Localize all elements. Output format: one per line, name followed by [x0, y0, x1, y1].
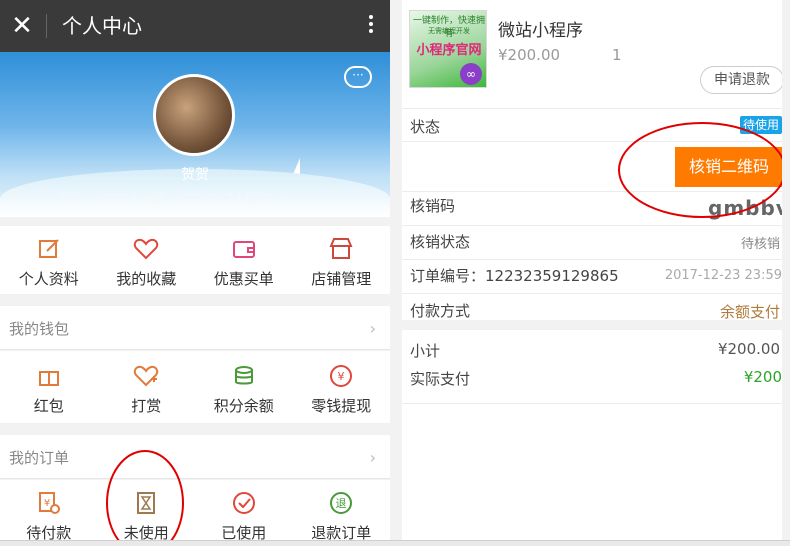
- actual-payment-label: 实际支付: [410, 370, 471, 388]
- subtotal-label: 小计: [410, 342, 441, 360]
- divider: [46, 14, 47, 38]
- profile-banner: ··· 贺贺 积分：10.00 | 余额：97140.17 | 红包：0: [0, 52, 390, 217]
- left-panel: ✕ 个人中心 ··· 贺贺 积分：10.00 | 余额：97140.17 | 红…: [0, 0, 390, 546]
- product-price: ¥200.00: [498, 46, 561, 64]
- status-row: 状态 待使用: [402, 108, 782, 142]
- page-title: 个人中心: [62, 14, 142, 38]
- gift-icon: [38, 371, 59, 386]
- check-circle-icon: [232, 492, 255, 514]
- verify-qrcode-button[interactable]: 核销二维码: [675, 147, 782, 187]
- account-stats: 积分：10.00 | 余额：97140.17 | 红包：0: [58, 191, 289, 205]
- used-item[interactable]: 已使用: [195, 490, 293, 546]
- section-title: 我的钱包: [9, 320, 70, 338]
- order-detail-panel: 一键制作，快速拥有 无需编程开发 小程序官网 ∞ 微站小程序 ¥200.00 1…: [402, 0, 782, 546]
- item-label: 店铺管理: [311, 270, 372, 288]
- wallet-actions: 红包 打赏 积分余额 ¥ 零钱提现: [0, 351, 390, 423]
- nickname: 贺贺: [181, 167, 209, 183]
- discount-pay-item[interactable]: 优惠买单: [195, 236, 293, 294]
- favorites-item[interactable]: 我的收藏: [98, 236, 196, 294]
- chevron-right-icon: ›: [369, 448, 376, 467]
- status-label: 状态: [410, 118, 441, 136]
- reward-heart-icon: [134, 365, 159, 387]
- order-time: 2017-12-23 23:59: [664, 268, 782, 283]
- chat-icon[interactable]: ···: [344, 66, 372, 88]
- pending-payment-icon: ¥: [38, 492, 60, 514]
- chevron-right-icon: ›: [369, 319, 376, 338]
- refund-icon: 退: [330, 492, 353, 514]
- verify-state-value: 待核销: [740, 237, 780, 252]
- close-icon[interactable]: ✕: [10, 12, 34, 40]
- item-label: 零钱提现: [311, 397, 372, 415]
- verify-code-row: 核销码 gmbbvz: [402, 192, 782, 226]
- item-label: 我的收藏: [116, 270, 177, 288]
- order-number-row: 订单编号：12232359129865 2017-12-23 23:59: [402, 260, 782, 294]
- profile-actions: 个人资料 我的收藏 优惠买单 店铺管理: [0, 226, 390, 294]
- apply-refund-button[interactable]: 申请退款: [700, 66, 782, 94]
- coupon-wallet-icon: [232, 241, 255, 258]
- points-balance-item[interactable]: 积分余额: [195, 363, 293, 423]
- svg-text:¥: ¥: [338, 370, 345, 383]
- actual-payment-row: 实际支付 ¥200: [402, 364, 782, 404]
- edit-icon: [38, 239, 59, 258]
- profile-info-item[interactable]: 个人资料: [0, 236, 98, 294]
- top-bar: ✕ 个人中心: [0, 0, 390, 52]
- verify-state-label: 核销状态: [410, 233, 471, 251]
- reward-item[interactable]: 打赏: [98, 363, 196, 423]
- order-actions: ¥ 待付款 未使用 已使用 退 退款订单: [0, 480, 390, 546]
- heart-icon: [134, 238, 159, 260]
- order-number: 订单编号：12232359129865: [410, 267, 619, 285]
- thumb-brand: 小程序官网: [416, 43, 482, 58]
- unused-item[interactable]: 未使用: [98, 490, 196, 546]
- pending-payment-item[interactable]: ¥ 待付款: [0, 490, 98, 546]
- item-label: 优惠买单: [213, 270, 274, 288]
- wallet-section-header[interactable]: 我的钱包 ›: [0, 306, 390, 350]
- item-label: 红包: [33, 397, 64, 415]
- withdraw-item[interactable]: ¥ 零钱提现: [293, 363, 391, 423]
- avatar[interactable]: [153, 74, 235, 156]
- actual-payment-value: ¥200: [743, 368, 782, 386]
- product-name: 微站小程序: [498, 21, 583, 41]
- verify-state-row: 核销状态 待核销: [402, 226, 782, 260]
- subtotal-row: 小计 ¥200.00: [402, 338, 782, 364]
- refund-orders-item[interactable]: 退 退款订单: [293, 490, 391, 546]
- payment-method-value: 余额支付: [719, 303, 780, 321]
- link-icon: ∞: [460, 63, 482, 85]
- status-badge: 待使用: [739, 116, 782, 134]
- item-label: 积分余额: [213, 397, 274, 415]
- verify-code-value: gmbbvz: [708, 196, 782, 220]
- thumb-line-2: 无需编程开发: [428, 27, 470, 35]
- item-label: 个人资料: [18, 270, 79, 288]
- bottom-edge: [0, 540, 790, 546]
- product-quantity: 1: [612, 46, 622, 64]
- coins-icon: [234, 366, 253, 385]
- orders-section-header[interactable]: 我的订单 ›: [0, 435, 390, 479]
- qr-row: 核销二维码: [402, 142, 782, 192]
- verify-code-label: 核销码: [410, 197, 456, 215]
- hourglass-icon: [137, 492, 156, 514]
- section-title: 我的订单: [9, 449, 70, 467]
- withdraw-icon: ¥: [330, 365, 353, 387]
- more-vertical-icon[interactable]: [366, 12, 376, 40]
- svg-text:退: 退: [336, 497, 347, 510]
- shop-manage-item[interactable]: 店铺管理: [293, 236, 391, 294]
- svg-text:¥: ¥: [44, 498, 50, 509]
- product-thumbnail[interactable]: 一键制作，快速拥有 无需编程开发 小程序官网 ∞: [409, 10, 487, 88]
- red-packet-item[interactable]: 红包: [0, 363, 98, 423]
- shop-icon: [329, 238, 353, 259]
- payment-method-row: 付款方式 余额支付: [402, 294, 782, 330]
- payment-method-label: 付款方式: [410, 302, 471, 320]
- item-label: 打赏: [131, 397, 162, 415]
- subtotal-value: ¥200.00: [717, 340, 780, 358]
